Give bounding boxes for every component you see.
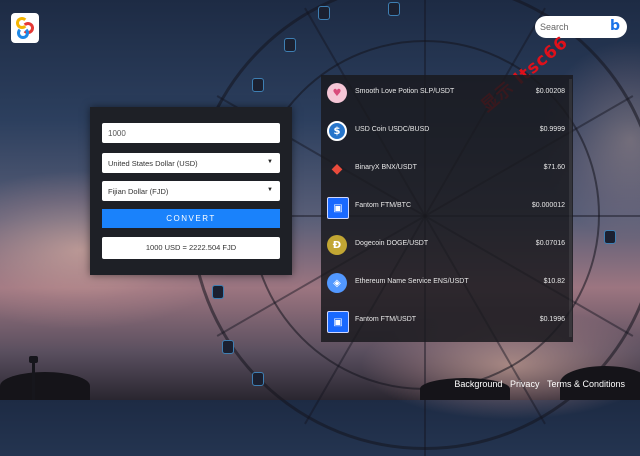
- crypto-price: $0.000012: [531, 202, 565, 209]
- crypto-pair-name: Fantom FTM/USDT: [355, 316, 417, 323]
- to-currency-select[interactable]: Fijian Dollar (FJD) ▼: [102, 181, 280, 201]
- crypto-pair-name: Fantom FTM/BTC: [355, 202, 412, 209]
- app-logo: [11, 13, 39, 43]
- crypto-pair-name: BinaryX BNX/USDT: [355, 164, 417, 171]
- crypto-list-item[interactable]: ▣ Fantom FTM/USDT $0.1996: [321, 303, 573, 341]
- fantom-icon: ▣: [327, 197, 349, 219]
- crypto-pair-name: USD Coin USDC/BUSD: [355, 126, 430, 133]
- terms-link[interactable]: Terms & Conditions: [547, 379, 625, 389]
- background-link[interactable]: Background: [454, 379, 502, 389]
- caret-down-icon: ▼: [267, 159, 273, 165]
- crypto-price: $0.9999: [539, 126, 565, 133]
- crypto-price: $0.07016: [535, 240, 565, 247]
- to-currency-value: Fijian Dollar (FJD): [108, 187, 169, 196]
- dogecoin-icon: Ð: [327, 235, 347, 255]
- crypto-list-item[interactable]: Ð Dogecoin DOGE/USDT $0.07016: [321, 227, 573, 265]
- crypto-price: $0.1996: [539, 316, 565, 323]
- crypto-list-item[interactable]: ◆ BinaryX BNX/USDT $71.60: [321, 151, 573, 189]
- list-scrollbar[interactable]: [569, 79, 572, 337]
- usdc-icon: $: [327, 121, 347, 141]
- slp-potion-icon: ♥: [327, 83, 347, 103]
- crypto-list-item[interactable]: ▣ Fantom FTM/BTC $0.000012: [321, 189, 573, 227]
- conversion-result: 1000 USD = 2222.504 FJD: [102, 237, 280, 259]
- convert-button[interactable]: CONVERT: [102, 209, 280, 228]
- bing-icon[interactable]: b: [610, 18, 620, 34]
- footer-links: Background Privacy Terms & Conditions: [449, 379, 625, 389]
- amount-field-wrapper: [102, 123, 280, 144]
- crypto-price: $10.82: [543, 278, 565, 285]
- amount-input[interactable]: [102, 123, 280, 144]
- fantom-icon: ▣: [327, 311, 349, 333]
- from-currency-select[interactable]: United States Dollar (USD) ▼: [102, 153, 280, 173]
- privacy-link[interactable]: Privacy: [510, 379, 540, 389]
- crypto-pair-name: Smooth Love Potion SLP/USDT: [355, 88, 455, 95]
- crypto-pair-name: Ethereum Name Service ENS/USDT: [355, 278, 469, 285]
- currency-converter-panel: United States Dollar (USD) ▼ Fijian Doll…: [90, 107, 292, 275]
- crypto-list-item[interactable]: ◈ Ethereum Name Service ENS/USDT $10.82: [321, 265, 573, 303]
- crypto-pair-name: Dogecoin DOGE/USDT: [355, 240, 429, 247]
- ens-icon: ◈: [327, 273, 347, 293]
- caret-down-icon: ▼: [267, 187, 273, 193]
- crypto-list-item[interactable]: ♥ Smooth Love Potion SLP/USDT $0.00208: [321, 75, 573, 113]
- crypto-price-list: ♥ Smooth Love Potion SLP/USDT $0.00208 $…: [321, 75, 573, 342]
- from-currency-value: United States Dollar (USD): [108, 159, 198, 168]
- crypto-list-item[interactable]: $ USD Coin USDC/BUSD $0.9999: [321, 113, 573, 151]
- binaryx-icon: ◆: [331, 161, 343, 177]
- crypto-price: $0.00208: [535, 88, 565, 95]
- crypto-price: $71.60: [543, 164, 565, 171]
